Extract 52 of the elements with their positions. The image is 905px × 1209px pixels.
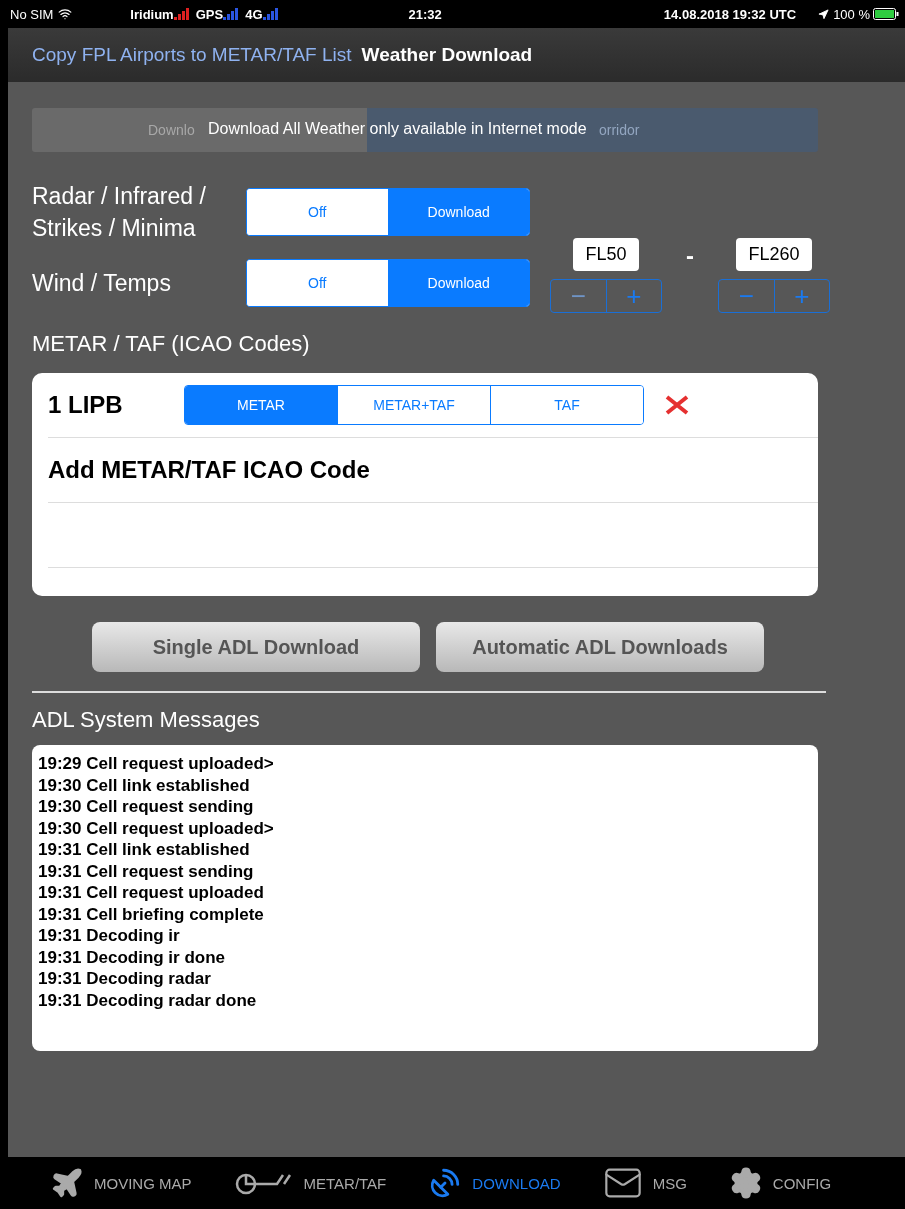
battery-icon — [873, 8, 899, 20]
toast-message: Download All Weather only available in Internet mode — [208, 120, 587, 138]
tab-bar-item[interactable]: METAR/TAF — [233, 1169, 387, 1197]
gps-label: GPS — [195, 6, 224, 22]
tab-bar-item[interactable]: DOWNLOAD — [428, 1166, 561, 1200]
add-code-link[interactable]: Add METAR/TAF ICAO Code — [48, 456, 370, 484]
tab-bar-item[interactable]: MOVING MAP — [50, 1166, 192, 1200]
tab-bar-item[interactable]: CONFIG — [728, 1166, 832, 1200]
battery-percent: 100 % — [833, 6, 870, 22]
section-title: METAR / TAF (ICAO Codes) — [32, 331, 310, 357]
location-arrow-icon — [818, 8, 830, 20]
signal-icon — [173, 8, 190, 20]
back-link[interactable]: Copy FPL Airports to METAR/TAF List — [32, 44, 352, 66]
utc-time-text: 14.08.2018 19:32 UTC — [663, 6, 797, 22]
log-line: 19:31 Cell request sending — [38, 860, 255, 882]
log-line: 19:31 Decoding radar — [38, 968, 212, 990]
signal-icon — [262, 8, 279, 20]
nav-title: Weather Download — [361, 44, 533, 66]
download-button[interactable]: Automatic ADL Downloads — [436, 622, 764, 672]
segment-button[interactable]: Download — [387, 189, 529, 235]
tab-bar-item[interactable]: MSG — [602, 1163, 687, 1203]
station-code: 1 LIPB — [48, 391, 124, 419]
log-line: 19:29 Cell request uploaded> — [38, 753, 275, 775]
carrier-text: No SIM — [10, 6, 54, 22]
log-line: 19:31 Decoding ir done — [38, 946, 227, 968]
delete-icon[interactable] — [664, 395, 690, 415]
log-line: 19:31 Cell briefing complete — [38, 903, 265, 925]
log-line: 19:31 Decoding radar done — [38, 989, 258, 1011]
log-line: 19:30 Cell link established — [38, 774, 251, 796]
log-line: 19:31 Decoding ir — [38, 925, 181, 947]
signal-icon — [223, 8, 240, 20]
button-label: orridor — [599, 122, 640, 138]
range-separator: - — [686, 242, 694, 270]
option-label: Radar / Infrared / Strikes / Minima — [32, 182, 207, 243]
segment-button[interactable]: METAR — [185, 386, 337, 424]
clock-text: 21:32 — [408, 6, 442, 22]
plane-icon — [50, 1166, 84, 1200]
log-line: 19:31 Cell link established — [38, 839, 251, 861]
cellular-label: 4G — [245, 6, 263, 22]
flight-level-value: FL260 — [736, 238, 812, 271]
button-label: Downlo — [148, 122, 195, 138]
log-line: 19:30 Cell request sending — [38, 796, 255, 818]
iridium-label: Iridium — [130, 6, 174, 22]
wifi-icon — [58, 7, 73, 21]
segment-button[interactable]: Download — [387, 259, 529, 306]
option-label: Wind / Temps — [32, 268, 172, 298]
log-line: 19:31 Cell request uploaded — [38, 882, 265, 904]
download-button[interactable]: Single ADL Download — [92, 622, 420, 672]
section-title: ADL System Messages — [32, 707, 260, 733]
segment-button[interactable]: TAF — [490, 386, 643, 424]
flight-level-value: FL50 — [573, 238, 639, 271]
log-line: 19:30 Cell request uploaded> — [38, 817, 275, 839]
